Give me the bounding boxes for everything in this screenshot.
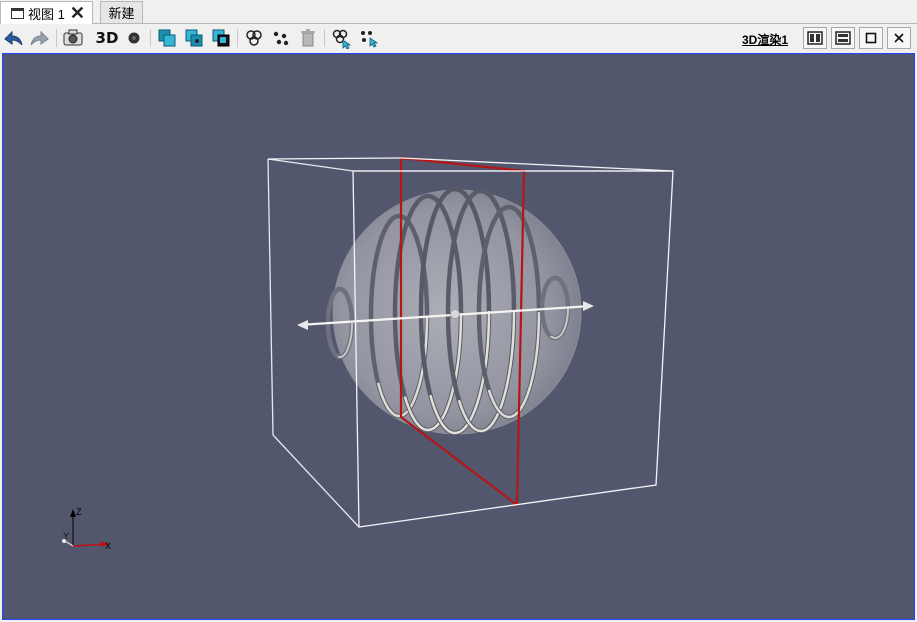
axis-label-y: Y [63, 531, 69, 541]
redo-camera-icon[interactable] [29, 27, 51, 49]
orientation-axes: Z Y X [62, 507, 111, 551]
tab-new[interactable]: 新建 [100, 1, 143, 24]
toolbar-separator [237, 29, 238, 47]
interactive-select-cells-icon[interactable] [330, 27, 352, 49]
3d-label: 3D [95, 29, 119, 47]
select-surface-cells-icon[interactable] [156, 27, 178, 49]
tab-bar: 视图 1 ✕ 新建 [0, 0, 917, 24]
close-tab-icon[interactable]: ✕ [70, 4, 85, 22]
select-cells-on-icon[interactable] [243, 27, 265, 49]
tab-view-1[interactable]: 视图 1 ✕ [0, 1, 93, 24]
view-toolbar: 3D 3D渲染1 [0, 24, 917, 52]
select-points-on-icon[interactable] [270, 27, 292, 49]
select-surface-points-icon[interactable] [183, 27, 205, 49]
screenshot-icon[interactable] [62, 27, 84, 49]
toolbar-separator [324, 29, 325, 47]
tab-new-label: 新建 [108, 6, 135, 21]
render-view-label[interactable]: 3D渲染1 [742, 31, 788, 48]
undo-camera-icon[interactable] [2, 27, 24, 49]
axis-label-x: X [105, 541, 111, 551]
axis-label-z: Z [76, 507, 82, 517]
toolbar-separator [56, 29, 57, 47]
split-vertical-icon[interactable] [831, 27, 855, 49]
render-viewport[interactable]: Z Y X [2, 53, 915, 620]
window-icon [11, 7, 24, 19]
select-frustum-cells-icon[interactable] [210, 27, 232, 49]
close-icon[interactable] [887, 27, 911, 49]
tab-view-1-label: 视图 1 [28, 6, 65, 22]
split-horizontal-icon[interactable] [803, 27, 827, 49]
toolbar-separator [150, 29, 151, 47]
interactive-select-points-icon[interactable] [357, 27, 379, 49]
3d-toggle[interactable]: 3D [94, 27, 120, 49]
maximize-icon[interactable] [859, 27, 883, 49]
point-icon[interactable] [123, 27, 145, 49]
clear-selection-icon[interactable] [297, 27, 319, 49]
